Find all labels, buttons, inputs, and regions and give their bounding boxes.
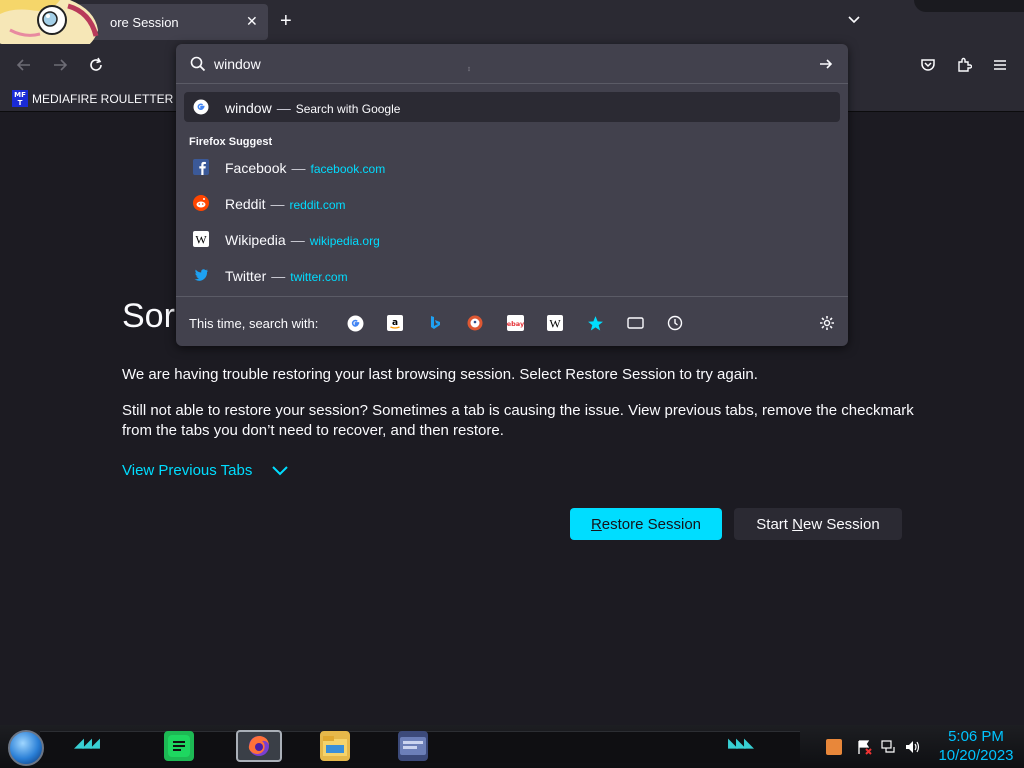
suggestion-label: window — Search with Google — [225, 100, 401, 116]
decorative-chevrons-icon: ◢◢◢ — [74, 735, 100, 750]
history-clock-icon[interactable] — [666, 314, 684, 332]
chevron-down-icon[interactable] — [846, 12, 862, 28]
result-url: twitter.com — [290, 270, 348, 284]
search-settings-gear-icon[interactable] — [818, 314, 836, 332]
google-icon — [193, 99, 209, 115]
tab-title: ore Session — [110, 15, 179, 30]
result-title: Facebook — [225, 160, 287, 176]
pocket-icon[interactable] — [917, 54, 939, 76]
decorative-chevrons-icon: ◣◣◣ — [728, 735, 754, 750]
back-icon[interactable] — [13, 54, 35, 76]
result-url: reddit.com — [289, 198, 346, 212]
result-title: Reddit — [225, 196, 266, 212]
reload-icon[interactable] — [85, 54, 107, 76]
google-engine-icon[interactable] — [346, 314, 364, 332]
suggestion-reddit[interactable]: Reddit — reddit.com — [184, 188, 840, 218]
app-window-taskbar-icon[interactable] — [398, 731, 428, 761]
tabs-icon[interactable] — [626, 314, 644, 332]
svg-text:a: a — [392, 318, 398, 328]
chevron-down-icon — [272, 465, 289, 475]
view-previous-tabs-label: View Previous Tabs — [122, 462, 253, 479]
reddit-icon — [193, 195, 209, 211]
facebook-icon — [193, 159, 209, 175]
result-title: Twitter — [225, 268, 267, 284]
suggestion-facebook[interactable]: Facebook — facebook.com — [184, 152, 840, 182]
duckduckgo-engine-icon[interactable] — [466, 314, 484, 332]
view-previous-tabs-toggle[interactable]: View Previous Tabs — [122, 462, 289, 479]
svg-text:W: W — [549, 317, 561, 331]
forward-icon[interactable] — [49, 54, 71, 76]
spotify-taskbar-icon[interactable] — [164, 731, 194, 761]
page-title: Sorr — [122, 297, 182, 335]
urlbar-dropdown-panel: window—Search with Google Firefox Sugges… — [176, 44, 848, 346]
bing-engine-icon[interactable] — [426, 314, 444, 332]
taskbar: ◢◢◢ ◣◣◣ 5:06 PM 10/20/2023 — [0, 725, 1024, 768]
go-arrow-icon[interactable] — [818, 56, 834, 72]
firefox-suggest-header: Firefox Suggest — [189, 136, 273, 148]
help-message: Still not able to restore your session? … — [122, 402, 914, 439]
tray-app-icon[interactable] — [826, 739, 842, 755]
result-url: facebook.com — [310, 162, 386, 176]
search-icon — [190, 56, 206, 72]
start-button[interactable] — [8, 730, 44, 766]
window-frame-decoration — [914, 0, 1024, 12]
file-explorer-taskbar-icon[interactable] — [320, 731, 350, 761]
urlbar — [176, 44, 848, 84]
search-suggestion-google[interactable]: window — Search with Google — [184, 92, 840, 122]
clock-date: 10/20/2023 — [938, 747, 1014, 764]
extensions-icon[interactable] — [953, 54, 975, 76]
result-title: Wikipedia — [225, 232, 286, 248]
bookmarks-star-icon[interactable] — [586, 314, 604, 332]
error-message: We are having trouble restoring your las… — [122, 366, 758, 383]
suggestion-twitter[interactable]: Twitter — twitter.com — [184, 260, 840, 290]
network-icon[interactable] — [880, 739, 898, 755]
firefox-taskbar-icon[interactable] — [236, 730, 282, 762]
tab-bar: ore Session ✕ + — [0, 0, 1024, 58]
clock-time: 5:06 PM — [948, 728, 1004, 745]
svg-text:W: W — [195, 233, 207, 247]
wikipedia-icon: W — [193, 231, 209, 247]
twitter-icon — [194, 269, 208, 281]
wikipedia-engine-icon[interactable]: W — [546, 314, 564, 332]
restore-session-button[interactable]: Restore Session — [570, 508, 722, 540]
amazon-engine-icon[interactable]: a — [386, 314, 404, 332]
hamburger-menu-icon[interactable] — [989, 54, 1011, 76]
one-off-search-bar: This time, search with: a ebay W — [176, 296, 848, 346]
text-cursor-icon — [468, 66, 470, 72]
svg-text:ebay: ebay — [507, 320, 524, 328]
result-url: wikipedia.org — [309, 234, 380, 248]
ebay-engine-icon[interactable]: ebay — [506, 314, 524, 332]
action-center-flag-icon[interactable] — [856, 739, 872, 755]
url-input[interactable] — [214, 54, 814, 74]
new-tab-button[interactable]: + — [280, 9, 292, 33]
bookmark-mediafire-roulette[interactable]: MEDIAFIRE ROULETTER — [32, 92, 173, 106]
mediafire-favicon-icon: MF T — [12, 90, 28, 107]
search-with-label: This time, search with: — [189, 316, 319, 331]
suggestion-wikipedia[interactable]: W Wikipedia — wikipedia.org — [184, 224, 840, 254]
tab-close-icon[interactable]: ✕ — [246, 13, 258, 30]
volume-icon[interactable] — [904, 739, 922, 755]
start-new-session-button[interactable]: Start New Session — [734, 508, 902, 540]
system-clock[interactable]: 5:06 PM 10/20/2023 — [928, 727, 1024, 765]
